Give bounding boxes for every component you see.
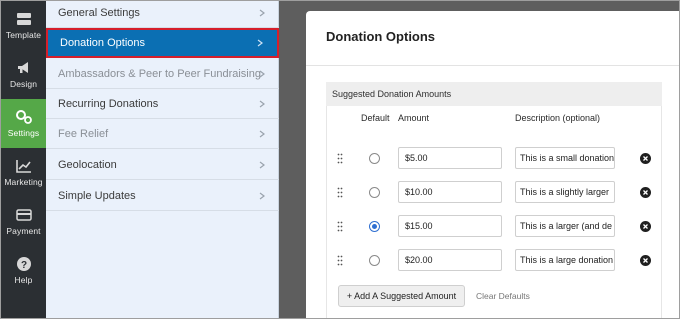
submenu-item-label: Recurring Donations: [58, 97, 159, 110]
drag-handle-icon[interactable]: [337, 255, 343, 266]
column-header-description: Description (optional): [515, 113, 601, 123]
rail-item-label: Help: [14, 275, 33, 285]
template-icon: [15, 11, 33, 27]
rail-item-payment[interactable]: Payment: [1, 197, 46, 246]
clear-defaults-link[interactable]: Clear Defaults: [476, 291, 530, 301]
rail-item-label: Payment: [6, 226, 41, 236]
chevron-right-icon: [259, 70, 265, 77]
column-header-amount: Amount: [398, 113, 430, 123]
table-row: $15.00 This is a larger (and de: [326, 215, 656, 239]
rail-item-label: Settings: [7, 128, 40, 138]
table-row: $20.00 This is a large donation: [326, 249, 656, 273]
default-radio[interactable]: [369, 187, 380, 198]
rail-item-label: Template: [5, 30, 42, 40]
chart-icon: [15, 158, 33, 174]
amount-input[interactable]: $5.00: [398, 147, 502, 169]
description-input[interactable]: This is a larger (and de: [515, 215, 615, 237]
submenu-item-label: Ambassadors & Peer to Peer Fundraising: [58, 67, 261, 80]
drag-handle-icon[interactable]: [337, 153, 343, 164]
submenu-item-donation-options[interactable]: Donation Options: [46, 28, 279, 58]
table-row: $5.00 This is a small donation: [326, 147, 656, 171]
description-input[interactable]: This is a small donation: [515, 147, 615, 169]
chevron-right-icon: [259, 192, 265, 199]
submenu-item-label: Donation Options: [60, 37, 145, 49]
column-header-default: Default: [361, 113, 390, 123]
rail-item-design[interactable]: Design: [1, 50, 46, 99]
rail-item-label: Marketing: [4, 177, 43, 187]
megaphone-icon: [15, 60, 33, 76]
amount-input[interactable]: $10.00: [398, 181, 502, 203]
rail-item-label: Design: [9, 79, 38, 89]
page-title: Donation Options: [326, 29, 436, 44]
rail-item-settings[interactable]: Settings: [1, 99, 46, 148]
amount-input[interactable]: $15.00: [398, 215, 502, 237]
description-input[interactable]: This is a slightly larger: [515, 181, 615, 203]
chevron-right-icon: [257, 39, 263, 47]
rail-item-marketing[interactable]: Marketing: [1, 148, 46, 197]
default-radio[interactable]: [369, 221, 380, 232]
submenu-item-geolocation[interactable]: Geolocation: [46, 150, 279, 180]
submenu-item-simple-updates[interactable]: Simple Updates: [46, 181, 279, 211]
svg-text:?: ?: [20, 260, 26, 271]
submenu-item-label: Fee Relief: [58, 127, 109, 140]
section-heading: Suggested Donation Amounts: [326, 82, 662, 106]
submenu-item-label: General Settings: [58, 6, 140, 19]
add-suggested-amount-button[interactable]: + Add A Suggested Amount: [338, 285, 465, 307]
drag-handle-icon[interactable]: [337, 221, 343, 232]
app-window: Template Design Settings Marketing Payme…: [0, 0, 680, 319]
submenu-item-general-settings[interactable]: General Settings: [46, 1, 279, 28]
submenu-item-ambassadors[interactable]: Ambassadors & Peer to Peer Fundraising: [46, 59, 279, 89]
default-radio[interactable]: [369, 153, 380, 164]
default-radio[interactable]: [369, 255, 380, 266]
chevron-right-icon: [259, 100, 265, 107]
chevron-right-icon: [259, 9, 265, 16]
question-icon: ?: [15, 256, 33, 272]
credit-card-icon: [15, 207, 33, 223]
remove-icon[interactable]: [640, 187, 651, 198]
gears-icon: [15, 109, 33, 125]
table-row: $10.00 This is a slightly larger: [326, 181, 656, 205]
amount-input[interactable]: $20.00: [398, 249, 502, 271]
submenu-item-label: Simple Updates: [58, 189, 136, 202]
settings-submenu: General Settings Donation Options Ambass…: [46, 1, 279, 318]
builder-sidebar: Template Design Settings Marketing Payme…: [1, 1, 46, 318]
description-input[interactable]: This is a large donation: [515, 249, 615, 271]
chevron-right-icon: [259, 130, 265, 137]
chevron-right-icon: [259, 161, 265, 168]
rail-item-template[interactable]: Template: [1, 1, 46, 50]
submenu-item-fee-relief[interactable]: Fee Relief: [46, 119, 279, 149]
drag-handle-icon[interactable]: [337, 187, 343, 198]
remove-icon[interactable]: [640, 153, 651, 164]
submenu-item-label: Geolocation: [58, 158, 117, 171]
remove-icon[interactable]: [640, 221, 651, 232]
submenu-item-recurring-donations[interactable]: Recurring Donations: [46, 89, 279, 119]
divider: [306, 65, 679, 66]
rail-item-help[interactable]: ? Help: [1, 246, 46, 295]
remove-icon[interactable]: [640, 255, 651, 266]
